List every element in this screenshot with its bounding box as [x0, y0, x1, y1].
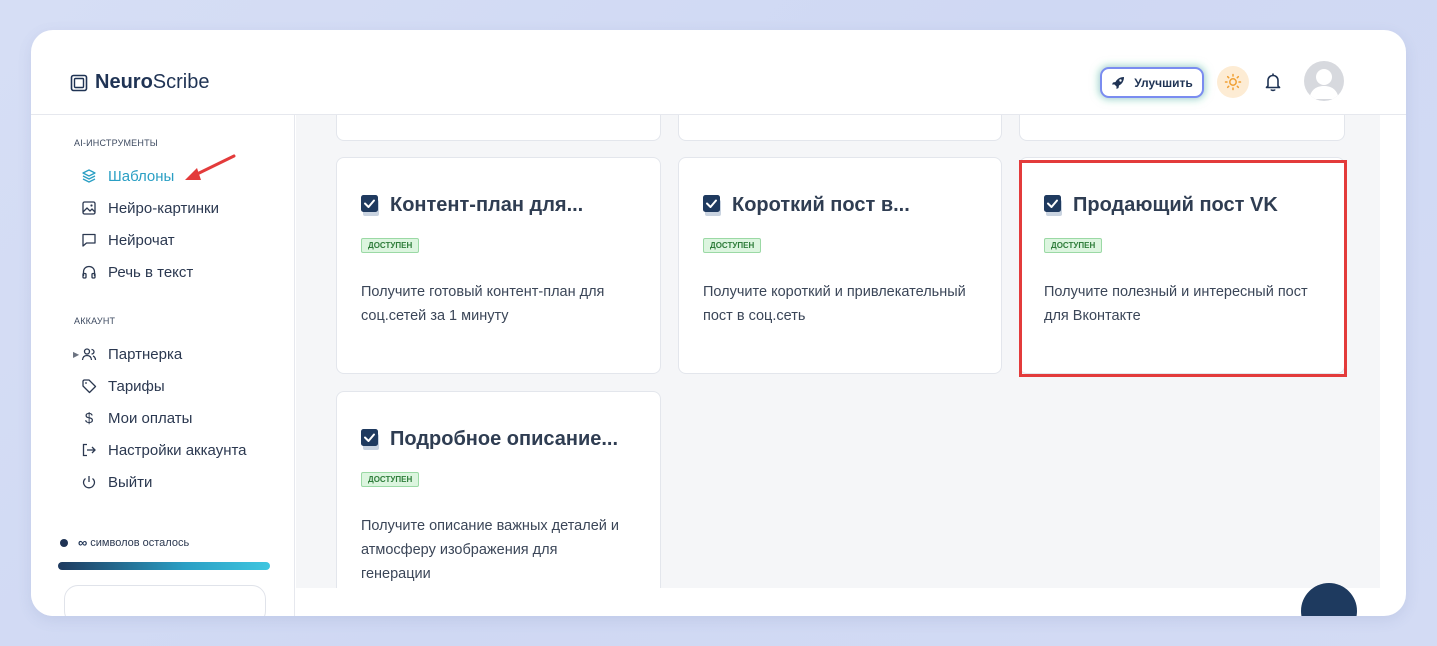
sidebar-item-templates[interactable]: Шаблоны [81, 166, 174, 186]
sidebar-item-label: Шаблоны [108, 167, 175, 185]
users-icon [81, 346, 97, 362]
counter-label: символов осталось [90, 536, 190, 549]
sun-icon [1224, 73, 1242, 91]
layers-icon [81, 168, 97, 184]
available-badge: ДОСТУПЕН [361, 472, 420, 487]
sidebar-item-label: Нейрочат [108, 231, 175, 249]
upgrade-label: Улучшить [1134, 75, 1193, 90]
symbols-counter: ∞ символов осталось [60, 535, 189, 550]
annotation-arrow-icon [185, 154, 236, 180]
upgrade-button[interactable]: Улучшить [1100, 67, 1204, 98]
template-card-partial[interactable] [1019, 115, 1345, 141]
sidebar-item-account-settings[interactable]: Настройки аккаунта [81, 440, 247, 460]
highlight-frame [1019, 160, 1347, 377]
notifications-button[interactable] [1262, 71, 1284, 93]
available-badge: ДОСТУПЕН [703, 238, 762, 253]
template-card-content-plan[interactable]: Контент-план для... ДОСТУПЕН Получите го… [336, 157, 661, 374]
power-icon [81, 474, 97, 490]
sidebar-item-partners[interactable]: Партнерка [81, 344, 182, 364]
sidebar-item-label: Выйти [108, 473, 153, 491]
status-dot [60, 538, 68, 547]
app-window: Neuro Scribe Улучшить AI-ИНСТРУМЕНТЫ Шаб… [31, 30, 1406, 616]
card-title: Подробное описание... [361, 428, 618, 451]
card-description: Получите описание важных деталей и атмос… [361, 518, 619, 582]
headphones-icon [81, 264, 97, 280]
bell-icon [1265, 73, 1281, 92]
template-card-detailed-description[interactable]: Подробное описание... ДОСТУПЕН Получите … [336, 391, 661, 588]
card-title-text: Контент-план для... [390, 194, 584, 216]
sidebar-item-label: Партнерка [108, 345, 183, 363]
infinity-symbol: ∞ [78, 535, 88, 550]
template-card-partial[interactable] [336, 115, 661, 141]
card-title-text: Подробное описание... [390, 428, 619, 450]
checkbox-icon [703, 194, 721, 216]
symbols-progress-bar [58, 562, 270, 570]
login-icon [81, 442, 97, 458]
tag-icon [81, 378, 97, 394]
checkbox-icon [361, 428, 379, 450]
dollar-icon: $ [84, 409, 94, 427]
sidebar-item-logout[interactable]: Выйти [81, 472, 152, 492]
template-card-short-post[interactable]: Короткий пост в... ДОСТУПЕН Получите кор… [678, 157, 1002, 374]
template-card-partial[interactable] [678, 115, 1002, 141]
sidebar-item-label: Нейро-картинки [108, 199, 219, 217]
sidebar-bottom-box[interactable] [64, 585, 266, 616]
notebook-icon [70, 74, 88, 91]
logo-regular-text: Scribe [152, 71, 210, 93]
sidebar-item-speech-to-text[interactable]: Речь в текст [81, 262, 193, 282]
sidebar-item-my-payments[interactable]: $ Мои оплаты [81, 408, 193, 428]
rocket-icon [1112, 76, 1125, 89]
logo-bold-text: Neuro [95, 71, 153, 93]
sidebar-item-neurochat[interactable]: Нейрочат [81, 230, 175, 250]
user-avatar[interactable] [1304, 61, 1344, 101]
section-title-account: АККАУНТ [74, 316, 116, 326]
section-title-tools: AI-ИНСТРУМЕНТЫ [74, 138, 158, 148]
checkbox-icon [361, 194, 379, 216]
sidebar: AI-ИНСТРУМЕНТЫ Шаблоны Нейро-картинки Не… [31, 115, 295, 616]
sidebar-item-label: Настройки аккаунта [108, 441, 247, 459]
theme-toggle-button[interactable] [1217, 66, 1249, 98]
card-description: Получите короткий и привлекательный пост… [703, 284, 966, 324]
sidebar-item-label: Мои оплаты [108, 409, 193, 427]
chat-icon [81, 232, 97, 248]
image-icon [81, 200, 97, 216]
top-header: Neuro Scribe Улучшить [31, 30, 1406, 115]
sidebar-item-neuro-images[interactable]: Нейро-картинки [81, 198, 219, 218]
sidebar-item-label: Тарифы [108, 377, 165, 395]
card-description: Получите готовый контент-план для соц.се… [361, 284, 605, 324]
app-logo[interactable]: Neuro Scribe [70, 71, 210, 94]
card-title-text: Короткий пост в... [732, 194, 910, 216]
sidebar-item-tariffs[interactable]: Тарифы [81, 376, 165, 396]
card-title: Короткий пост в... [703, 194, 910, 217]
user-placeholder-icon [1309, 69, 1339, 99]
card-title: Контент-план для... [361, 194, 583, 217]
available-badge: ДОСТУПЕН [361, 238, 420, 253]
sidebar-item-label: Речь в текст [108, 263, 194, 281]
caret-right-icon[interactable]: ▶ [73, 350, 79, 359]
